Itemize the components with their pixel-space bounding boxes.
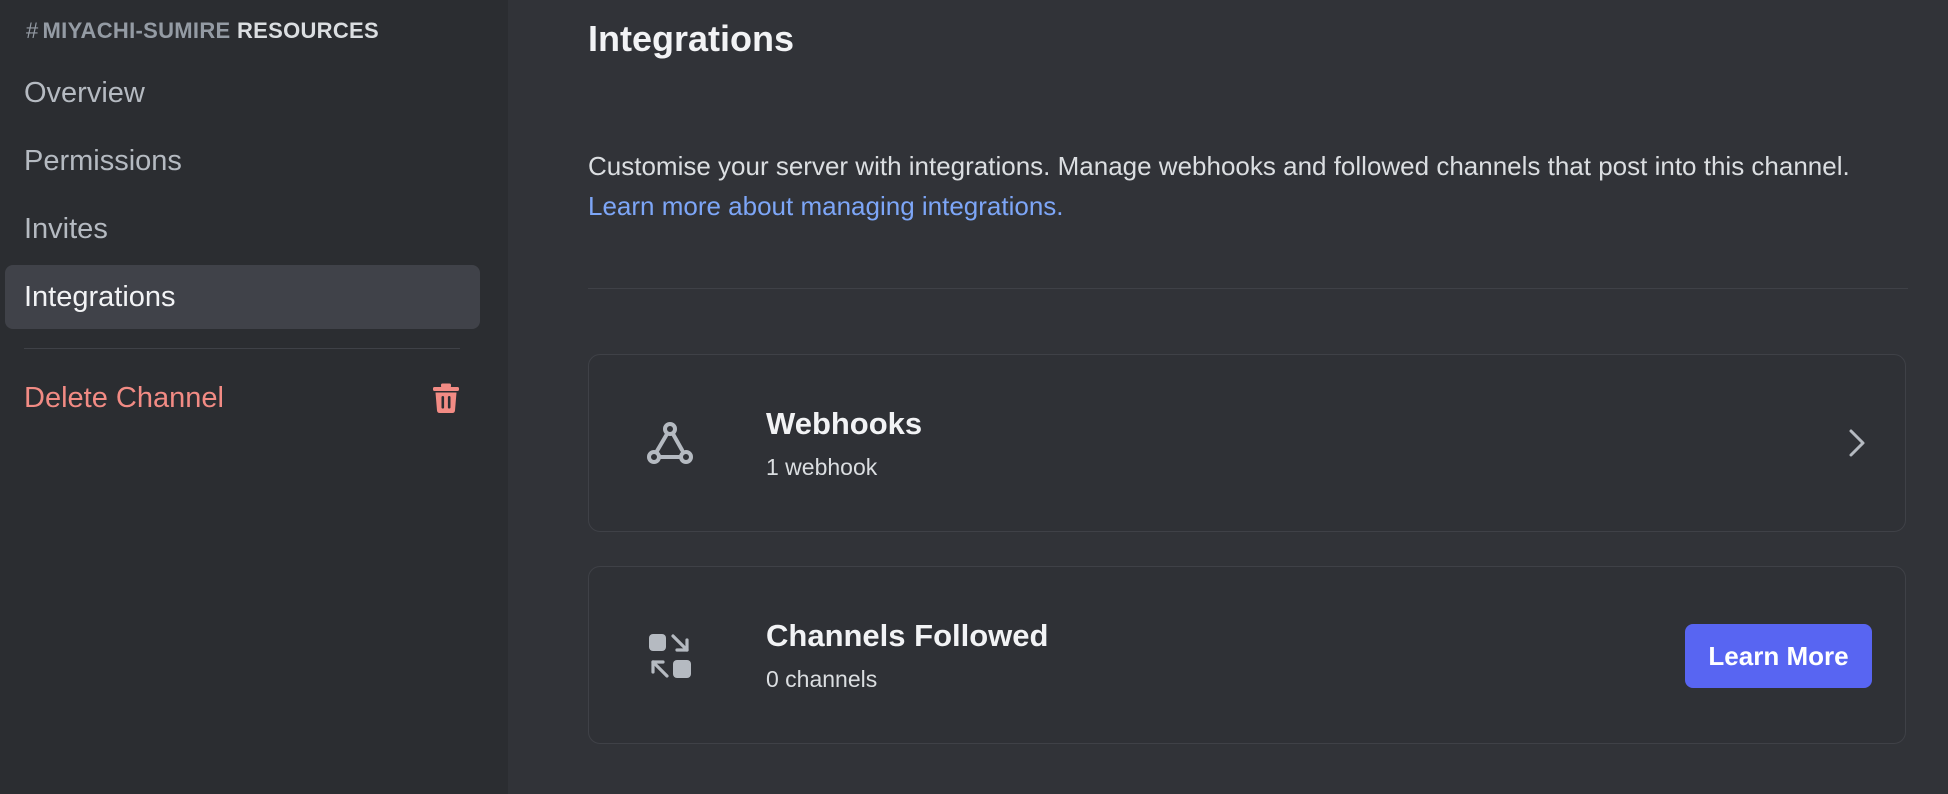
sidebar-item-integrations[interactable]: Integrations	[5, 265, 480, 329]
trash-icon	[432, 382, 460, 414]
chevron-right-icon	[1845, 423, 1869, 463]
main-content: Integrations Customise your server with …	[508, 0, 1948, 794]
channel-hash-icon: #	[26, 18, 39, 43]
sidebar-item-label: Integrations	[24, 280, 176, 313]
sidebar-item-overview[interactable]: Overview	[5, 61, 480, 125]
sidebar-header: # MIYACHI-SUMIRE RESOURCES	[26, 18, 379, 44]
section-divider	[588, 288, 1908, 289]
sidebar-item-permissions[interactable]: Permissions	[5, 129, 480, 193]
learn-more-button[interactable]: Learn More	[1685, 624, 1872, 688]
delete-channel-label: Delete Channel	[24, 381, 224, 414]
learn-more-link[interactable]: Learn more about managing integrations.	[588, 186, 1928, 226]
sidebar-item-label: Overview	[24, 76, 145, 109]
settings-window: # MIYACHI-SUMIRE RESOURCES Overview Permi…	[0, 0, 1948, 794]
webhooks-count: 1 webhook	[766, 454, 878, 480]
webhook-icon	[645, 419, 695, 469]
integrations-description: Customise your server with integrations.…	[588, 146, 1928, 226]
page-title: Integrations	[588, 18, 795, 59]
webhooks-card[interactable]: Webhooks 1 webhook	[588, 354, 1906, 532]
sidebar-divider	[24, 348, 460, 349]
section-label: RESOURCES	[236, 18, 379, 43]
webhooks-title: Webhooks	[766, 406, 923, 441]
description-text: Customise your server with integrations.…	[588, 151, 1850, 181]
delete-channel-button[interactable]: Delete Channel	[5, 366, 480, 430]
sidebar-item-invites[interactable]: Invites	[5, 197, 480, 261]
channels-followed-count: 0 channels	[766, 666, 878, 692]
settings-sidebar: # MIYACHI-SUMIRE RESOURCES Overview Permi…	[0, 0, 508, 794]
channel-name: MIYACHI-SUMIRE	[42, 18, 231, 43]
channels-followed-title: Channels Followed	[766, 618, 1049, 653]
sidebar-item-label: Invites	[24, 212, 108, 245]
channels-followed-card: Channels Followed 0 channels Learn More	[588, 566, 1906, 744]
sidebar-item-label: Permissions	[24, 144, 182, 177]
channel-follow-icon	[645, 631, 695, 681]
